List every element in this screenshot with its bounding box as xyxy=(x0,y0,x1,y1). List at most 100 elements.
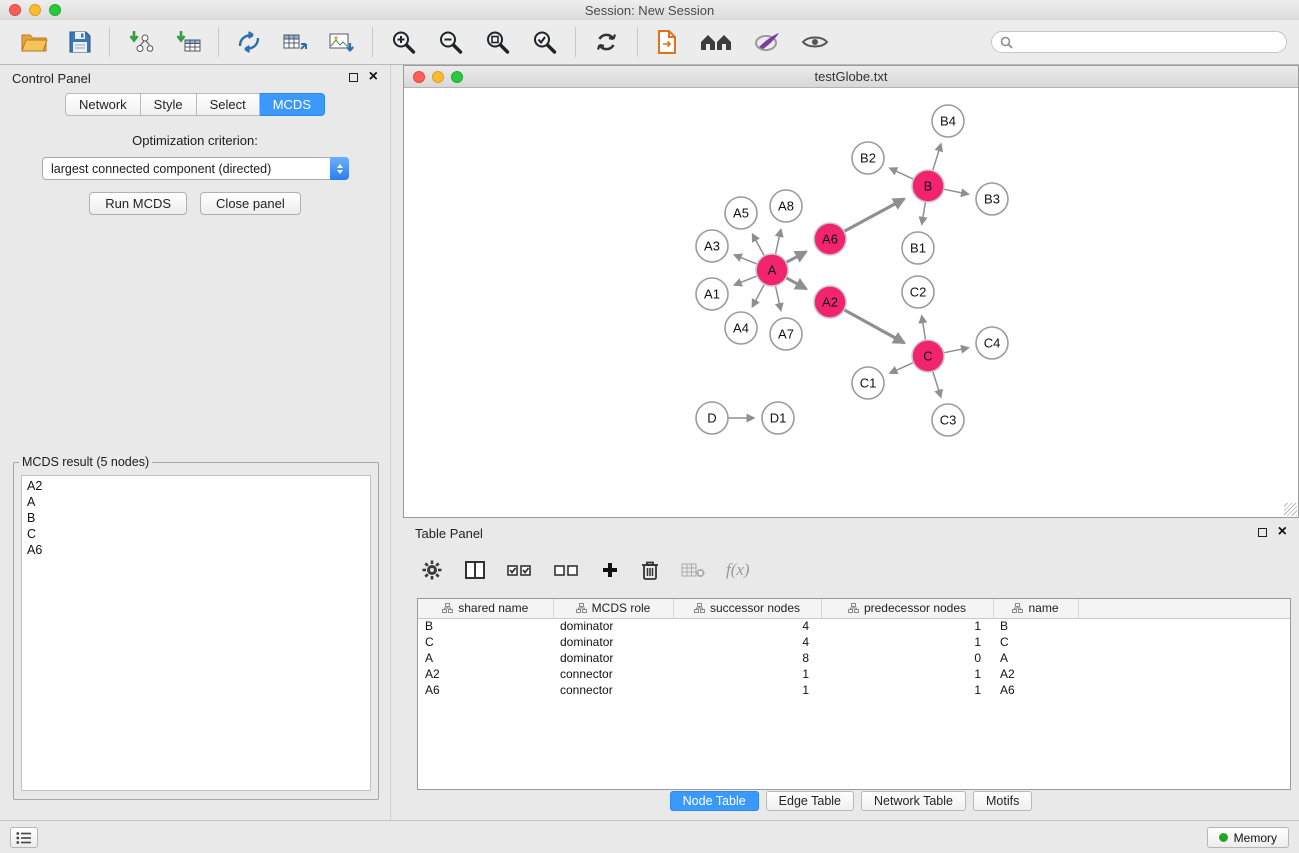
zoom-selected-button[interactable] xyxy=(528,27,561,57)
mcds-result-list[interactable]: A2ABCA6 xyxy=(21,475,371,791)
node-A4[interactable]: A4 xyxy=(725,312,757,344)
column-header-name[interactable]: name xyxy=(993,599,1078,618)
tab-node-table[interactable]: Node Table xyxy=(670,791,759,811)
node-D1[interactable]: D1 xyxy=(762,402,794,434)
mcds-result-item[interactable]: C xyxy=(22,526,370,542)
toggle-visibility-button[interactable] xyxy=(798,31,832,53)
zoom-window-button[interactable] xyxy=(49,4,61,16)
node-C[interactable]: C xyxy=(912,340,944,372)
node-A8[interactable]: A8 xyxy=(770,190,802,222)
zoom-out-button[interactable] xyxy=(434,27,467,57)
tab-motifs[interactable]: Motifs xyxy=(973,791,1032,811)
style-wizard-button[interactable] xyxy=(750,29,784,55)
minimize-network-button[interactable] xyxy=(432,71,444,83)
node-A1[interactable]: A1 xyxy=(696,278,728,310)
task-history-button[interactable] xyxy=(10,827,38,848)
search-input[interactable] xyxy=(1018,35,1278,49)
table-settings-button[interactable] xyxy=(421,559,443,581)
node-B3[interactable]: B3 xyxy=(976,183,1008,215)
node-A2[interactable]: A2 xyxy=(814,286,846,318)
mcds-result-item[interactable]: A2 xyxy=(22,478,370,494)
float-table-panel-button[interactable] xyxy=(1258,528,1267,537)
zoom-in-button[interactable] xyxy=(387,27,420,57)
close-window-button[interactable] xyxy=(9,4,21,16)
edge-C-C1[interactable] xyxy=(890,363,914,374)
edge-B-B1[interactable] xyxy=(922,202,926,225)
node-B2[interactable]: B2 xyxy=(852,142,884,174)
export-image-button[interactable] xyxy=(325,28,358,56)
node-C1[interactable]: C1 xyxy=(852,367,884,399)
node-C3[interactable]: C3 xyxy=(932,404,964,436)
add-column-button[interactable] xyxy=(601,561,619,579)
node-B1[interactable]: B1 xyxy=(902,232,934,264)
tab-style[interactable]: Style xyxy=(141,93,197,116)
column-header-successor-nodes[interactable]: successor nodes xyxy=(673,599,821,618)
import-table-from-file-button[interactable] xyxy=(171,28,204,56)
cytoscape-home-button[interactable] xyxy=(696,28,736,56)
import-network-from-database-button[interactable] xyxy=(233,28,265,56)
tab-edge-table[interactable]: Edge Table xyxy=(766,791,854,811)
mcds-result-item[interactable]: A6 xyxy=(22,542,370,558)
refresh-network-button[interactable] xyxy=(590,27,623,57)
run-mcds-button[interactable]: Run MCDS xyxy=(89,192,187,215)
zoom-network-button[interactable] xyxy=(451,71,463,83)
criterion-dropdown[interactable]: largest connected component (directed) xyxy=(42,157,349,180)
save-session-button[interactable] xyxy=(65,28,95,56)
node-A7[interactable]: A7 xyxy=(770,318,802,350)
mcds-result-item[interactable]: A xyxy=(22,494,370,510)
node-D[interactable]: D xyxy=(696,402,728,434)
node-A5[interactable]: A5 xyxy=(725,197,757,229)
close-table-panel-icon[interactable]: × xyxy=(1278,527,1287,537)
table-row[interactable]: A2connector11A2 xyxy=(418,666,1290,682)
table-row[interactable]: Bdominator41B xyxy=(418,618,1290,634)
edge-A-A5[interactable] xyxy=(752,234,764,256)
edge-C-C2[interactable] xyxy=(922,316,926,340)
edge-A2-C[interactable] xyxy=(844,310,904,343)
resize-handle[interactable] xyxy=(1284,503,1297,516)
node-A[interactable]: A xyxy=(756,254,788,286)
edge-B-B4[interactable] xyxy=(933,144,941,171)
edge-A-A7[interactable] xyxy=(775,286,780,311)
float-panel-button[interactable] xyxy=(349,73,358,82)
open-session-button[interactable] xyxy=(17,28,51,56)
edge-A-A1[interactable] xyxy=(734,276,757,285)
table-row[interactable]: A6connector11A6 xyxy=(418,682,1290,698)
node-C2[interactable]: C2 xyxy=(902,276,934,308)
close-panel-icon[interactable]: × xyxy=(369,72,378,82)
edge-A-A2[interactable] xyxy=(786,278,806,289)
tab-network[interactable]: Network xyxy=(65,93,141,116)
node-B[interactable]: B xyxy=(912,170,944,202)
new-network-from-table-button[interactable] xyxy=(279,28,311,56)
network-canvas[interactable]: B4 B2 B B3 A8 A5 A6 B1 A3 A C2 A1 A2 A4 A7 C C4 C1 C3 D D1 xyxy=(404,88,1298,517)
edge-A-A6[interactable] xyxy=(786,252,806,263)
edge-A-A4[interactable] xyxy=(752,284,764,307)
show-columns-button[interactable] xyxy=(464,559,486,581)
node-A3[interactable]: A3 xyxy=(696,230,728,262)
tab-select[interactable]: Select xyxy=(197,93,260,116)
edge-A-A3[interactable] xyxy=(734,255,757,264)
mcds-result-item[interactable]: B xyxy=(22,510,370,526)
table-row[interactable]: Cdominator41C xyxy=(418,634,1290,650)
column-header-shared-name[interactable]: shared name xyxy=(418,599,553,618)
memory-button[interactable]: Memory xyxy=(1207,827,1289,848)
column-header-predecessor-nodes[interactable]: predecessor nodes xyxy=(821,599,993,618)
node-B4[interactable]: B4 xyxy=(932,105,964,137)
node-C4[interactable]: C4 xyxy=(976,327,1008,359)
close-network-button[interactable] xyxy=(413,71,425,83)
edge-B-B2[interactable] xyxy=(890,168,914,179)
select-all-button[interactable] xyxy=(507,561,533,579)
zoom-fit-button[interactable] xyxy=(481,27,514,57)
import-network-from-file-button[interactable] xyxy=(124,28,157,56)
edge-C-C4[interactable] xyxy=(944,348,969,353)
minimize-window-button[interactable] xyxy=(29,4,41,16)
delete-column-button[interactable] xyxy=(640,559,660,581)
tab-mcds[interactable]: MCDS xyxy=(260,93,325,116)
deselect-all-button[interactable] xyxy=(554,561,580,579)
column-header-mcds-role[interactable]: MCDS role xyxy=(553,599,673,618)
node-A6[interactable]: A6 xyxy=(814,223,846,255)
close-panel-button[interactable]: Close panel xyxy=(200,192,301,215)
edge-A-A8[interactable] xyxy=(775,229,780,254)
edge-C-C3[interactable] xyxy=(933,371,941,397)
tab-network-table[interactable]: Network Table xyxy=(861,791,966,811)
edge-B-B3[interactable] xyxy=(944,189,969,194)
